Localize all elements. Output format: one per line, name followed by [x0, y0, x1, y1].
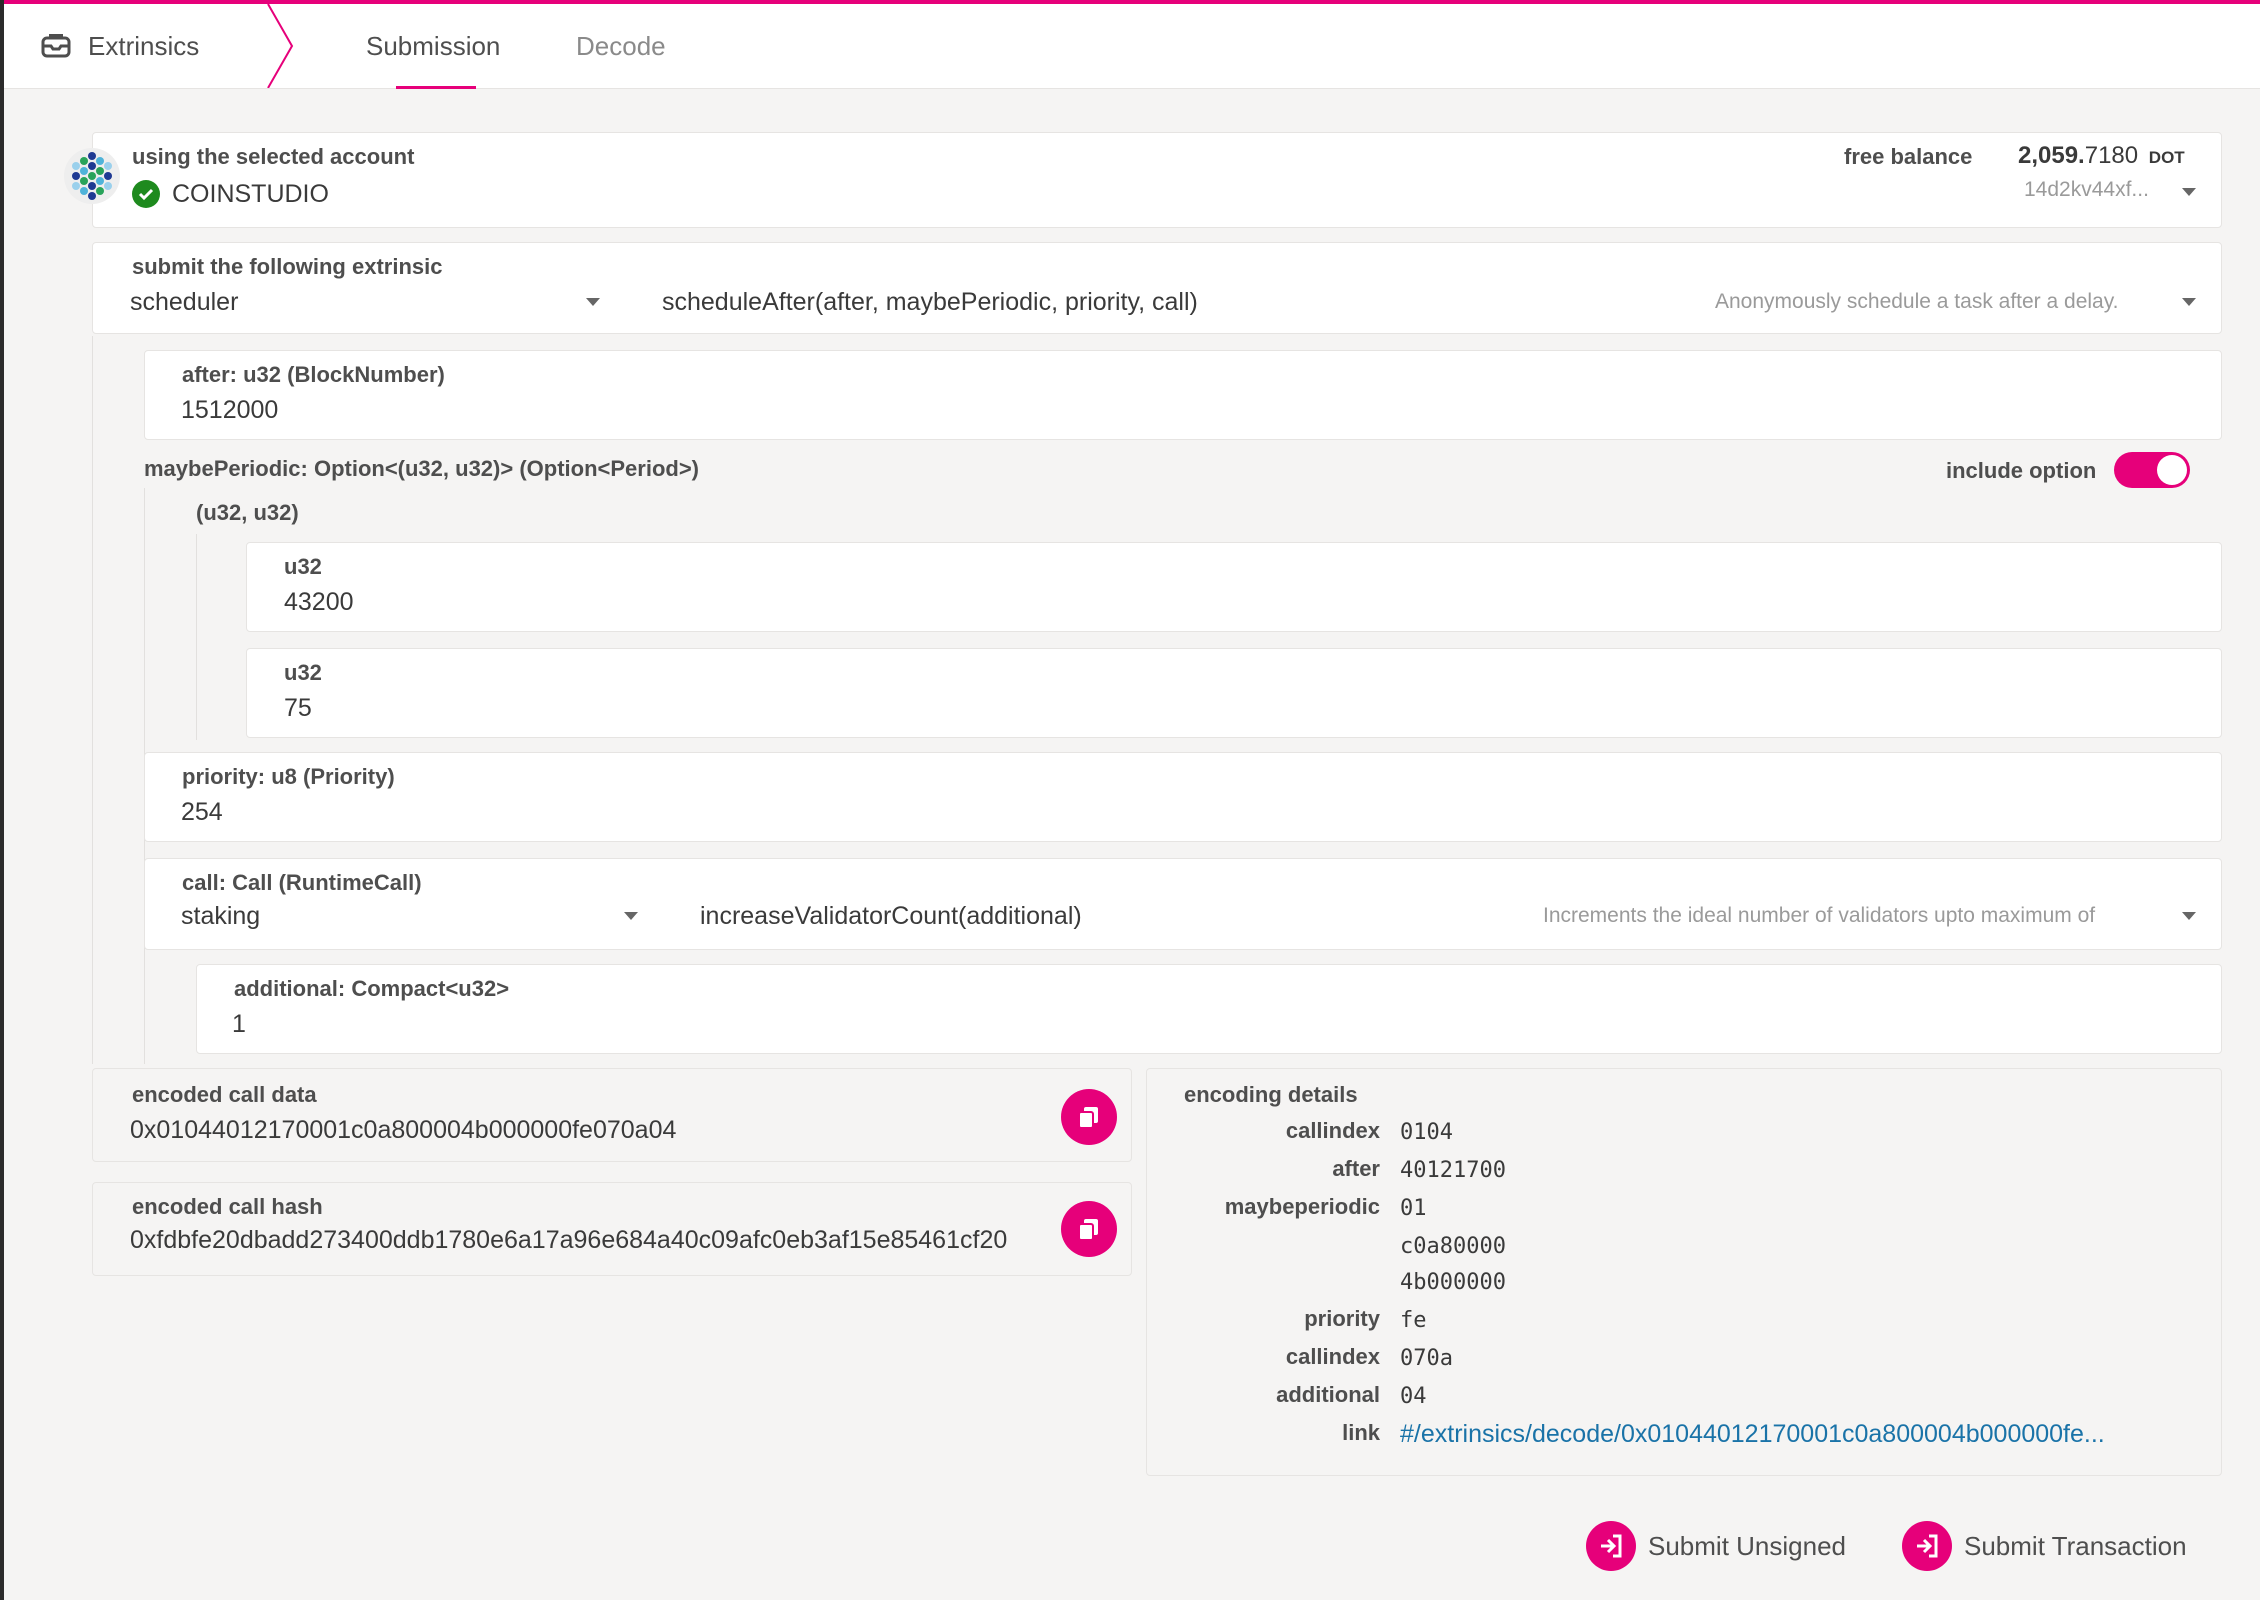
free-balance-label: free balance — [1844, 144, 1973, 169]
encoding-value: 01 — [1400, 1196, 1427, 1221]
copy-icon — [1078, 1107, 1098, 1129]
encoded-call-data-value: 0x01044012170001c0a800004b000000fe070a04 — [130, 1116, 677, 1144]
verified-check-icon — [132, 180, 160, 208]
window-edge — [0, 0, 4, 1600]
sign-in-icon — [1586, 1521, 1636, 1571]
call-label: call: Call (RuntimeCall) — [182, 870, 422, 895]
tuple-field-1-input[interactable]: 43200 — [284, 588, 354, 617]
account-address: 14d2kv44xf... — [2024, 178, 2149, 201]
method-dropdown-caret-icon[interactable] — [2182, 298, 2196, 306]
tuple-field-2-input[interactable]: 75 — [284, 694, 312, 723]
decode-link[interactable]: #/extrinsics/decode/0x01044012170001c0a8… — [1400, 1420, 2105, 1449]
call-section-dropdown-caret-icon[interactable] — [624, 912, 638, 920]
inbox-icon — [41, 34, 71, 58]
copy-call-hash-button[interactable] — [1061, 1201, 1117, 1257]
extrinsic-label: submit the following extrinsic — [132, 254, 443, 279]
encoding-value: 04 — [1400, 1384, 1427, 1409]
call-method-dropdown-caret-icon[interactable] — [2182, 912, 2196, 920]
params-guide-line — [92, 336, 93, 1064]
encoding-details-title: encoding details — [1184, 1082, 1358, 1107]
tab-decode[interactable]: Decode — [576, 4, 666, 88]
maybe-periodic-label: maybePeriodic: Option<(u32, u32)> (Optio… — [144, 456, 699, 481]
submit-transaction-button[interactable]: Submit Transaction — [1902, 1518, 2187, 1574]
priority-input[interactable]: 254 — [181, 798, 223, 827]
copy-icon — [1078, 1219, 1098, 1241]
priority-label: priority: u8 (Priority) — [182, 764, 395, 789]
tuple-field-1[interactable] — [246, 542, 2222, 632]
call-method-description: Increments the ideal number of validator… — [1543, 904, 2096, 927]
tuple-label: (u32, u32) — [196, 500, 299, 525]
encoding-value: 40121700 — [1400, 1158, 1506, 1183]
account-name: COINSTUDIO — [172, 180, 329, 208]
encoding-value: 0104 — [1400, 1120, 1453, 1145]
encoding-key: additional — [1276, 1382, 1380, 1407]
include-option-toggle[interactable] — [2114, 452, 2190, 488]
submit-unsigned-button[interactable]: Submit Unsigned — [1586, 1518, 1846, 1574]
call-method-select[interactable]: increaseValidatorCount(additional) — [700, 902, 1082, 931]
account-label: using the selected account — [132, 144, 415, 169]
tuple-guide-line — [196, 534, 197, 740]
encoding-key: callindex — [1285, 1118, 1380, 1143]
encoding-key: after — [1332, 1156, 1380, 1181]
free-balance-value: 2,059.7180 DOT — [2018, 142, 2185, 170]
encoded-call-hash-value: 0xfdbfe20dbadd273400ddb1780e6a17a96e684a… — [130, 1226, 1008, 1254]
include-option-label: include option — [1946, 458, 2097, 483]
balance-integer: 2,059. — [2018, 142, 2085, 169]
additional-input[interactable]: 1 — [232, 1010, 246, 1039]
submit-transaction-label: Submit Transaction — [1964, 1530, 2187, 1561]
tuple-field-2[interactable] — [246, 648, 2222, 738]
encoding-link-key: link — [1342, 1420, 1380, 1445]
after-label: after: u32 (BlockNumber) — [182, 362, 445, 387]
encoding-value: 4b000000 — [1400, 1270, 1506, 1295]
encoding-key: priority — [1304, 1306, 1380, 1331]
call-guide-line — [144, 952, 145, 1064]
account-dropdown-caret-icon[interactable] — [2182, 188, 2196, 196]
balance-unit: DOT — [2148, 148, 2185, 167]
encoded-call-hash-clip: 0xfdbfe20dbadd273400ddb1780e6a17a96e684a… — [130, 1226, 1068, 1255]
tuple-field-1-label: u32 — [284, 554, 322, 579]
account-avatar — [64, 148, 120, 204]
tab-submission[interactable]: Submission — [366, 4, 500, 88]
balance-fraction: 7180 — [2084, 142, 2139, 169]
after-input[interactable]: 1512000 — [181, 396, 278, 425]
breadcrumb-chevron — [267, 4, 294, 88]
encoding-value: c0a80000 — [1400, 1234, 1506, 1259]
priority-field[interactable] — [144, 752, 2222, 842]
identicon-icon — [72, 152, 112, 200]
toggle-knob — [2157, 455, 2187, 485]
additional-label: additional: Compact<u32> — [234, 976, 510, 1001]
encoding-value: 070a — [1400, 1346, 1453, 1371]
encoding-key: maybeperiodic — [1224, 1194, 1380, 1219]
tuple-field-2-label: u32 — [284, 660, 322, 685]
encoded-call-data-label: encoded call data — [132, 1082, 317, 1107]
section-dropdown-caret-icon[interactable] — [586, 298, 600, 306]
call-section-select[interactable]: staking — [181, 902, 260, 931]
encoded-call-hash-label: encoded call hash — [132, 1194, 323, 1219]
active-tab-indicator — [396, 86, 476, 89]
method-select[interactable]: scheduleAfter(after, maybePeriodic, prio… — [662, 288, 1198, 317]
section-select[interactable]: scheduler — [130, 288, 238, 317]
method-description: Anonymously schedule a task after a dela… — [1715, 290, 2119, 313]
copy-call-data-button[interactable] — [1061, 1089, 1117, 1145]
encoding-key: callindex — [1285, 1344, 1380, 1369]
sign-in-icon — [1902, 1521, 1952, 1571]
after-field[interactable] — [144, 350, 2222, 440]
page-header: Extrinsics Submission Decode — [4, 4, 2260, 89]
submit-unsigned-label: Submit Unsigned — [1648, 1530, 1846, 1561]
breadcrumb-label: Extrinsics — [88, 30, 200, 61]
encoding-value: fe — [1400, 1308, 1427, 1333]
breadcrumb[interactable]: Extrinsics — [40, 4, 199, 88]
